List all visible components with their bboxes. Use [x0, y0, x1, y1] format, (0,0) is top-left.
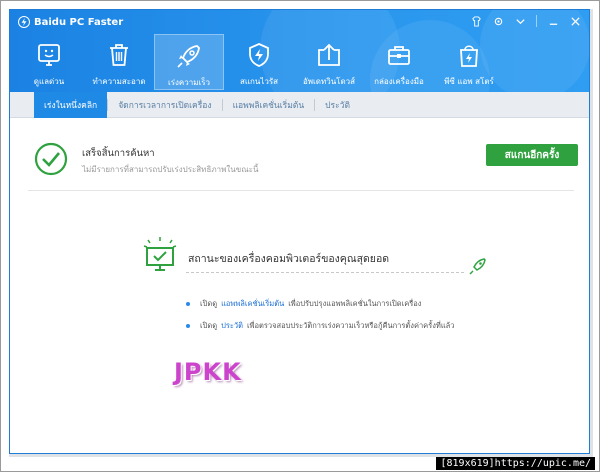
main-nav: ดูแลด่วน ทำความสะอาด เร่งความเร็ว สแกนไว…: [14, 34, 504, 90]
nav-label: ทำความสะอาด: [92, 77, 146, 86]
nav-clean[interactable]: ทำความสะอาด: [84, 34, 154, 90]
settings-icon[interactable]: [490, 14, 506, 28]
window-shadow: Baidu PC Faster ดูแลด่วน ทำความสะอาด เร่…: [9, 9, 593, 457]
list-item: เปิดดู ประวัติ เพื่อตรวจสอบประวัติการเร่…: [186, 320, 454, 332]
link-startup-apps[interactable]: แอพพลิเคชั่นเริ่มต้น: [221, 298, 284, 310]
app-title: Baidu PC Faster: [18, 16, 123, 28]
tab-boot-time[interactable]: จัดการเวลาการเปิดเครื่อง: [108, 92, 221, 118]
window-controls: [468, 14, 583, 28]
divider: [28, 190, 574, 191]
bullet-dot: [186, 302, 190, 306]
toolbox-icon: [384, 40, 414, 70]
shield-lightning-icon: [244, 40, 274, 70]
status-text: สถานะของเครื่องคอมพิวเตอร์ของคุณสุดยอด: [188, 253, 390, 265]
nav-label: กล่องเครื่องมือ: [374, 77, 424, 86]
close-icon[interactable]: [567, 14, 583, 28]
upic-footer: [819x619]https://upic.me/: [436, 457, 595, 470]
nav-label: ดูแลด่วน: [33, 77, 65, 86]
rocket-icon: [174, 41, 204, 71]
check-circle-icon: [34, 142, 68, 176]
tab-history[interactable]: ประวัติ: [315, 92, 360, 118]
nav-app-store[interactable]: พีซี แอพ สโตร์: [434, 34, 504, 90]
tips-list: เปิดดู แอพพลิเคชั่นเริ่มต้น เพื่อปรับปรุ…: [186, 298, 454, 342]
lightning-logo-icon: [18, 16, 30, 28]
tip-suffix: เพื่อตรวจสอบประวัติการเร่งความเร็วหรือกู…: [246, 321, 455, 330]
watermark-text: JPKK: [174, 358, 242, 386]
result-subtitle: ไม่มีรายการที่สามารถปรับเร่งประสิทธิภาพใ…: [82, 165, 259, 174]
nav-toolbox[interactable]: กล่องเครื่องมือ: [364, 34, 434, 90]
list-item: เปิดดู แอพพลิเคชั่นเริ่มต้น เพื่อปรับปรุ…: [186, 298, 454, 310]
tip-prefix: เปิดดู: [200, 299, 218, 308]
tip-suffix: เพื่อปรับปรุงแอพพลิเคชั่นในการเปิดเครื่อ…: [288, 299, 422, 308]
status-dotted-line: [186, 272, 466, 273]
nav-label: พีซี แอพ สโตร์: [444, 77, 494, 86]
app-title-text: Baidu PC Faster: [34, 16, 124, 28]
nav-label: เร่งความเร็ว: [167, 78, 211, 87]
minimize-icon[interactable]: [545, 14, 561, 28]
scan-again-button[interactable]: สแกนอีกครั้ง: [486, 144, 578, 166]
app-window: Baidu PC Faster ดูแลด่วน ทำความสะอาด เร่…: [9, 9, 590, 454]
upload-window-icon: [314, 40, 344, 70]
status-panel: สถานะของเครื่องคอมพิวเตอร์ของคุณสุดยอด: [140, 234, 490, 282]
image-size-label: [819x619]: [440, 458, 495, 469]
screenshot-border: Baidu PC Faster ดูแลด่วน ทำความสะอาด เร่…: [0, 0, 600, 472]
chevron-down-icon[interactable]: [512, 14, 528, 28]
monitor-smile-icon: [34, 40, 64, 70]
bullet-dot: [186, 324, 190, 328]
skin-icon[interactable]: [468, 14, 484, 28]
tip-prefix: เปิดดู: [200, 321, 218, 330]
control-separator: [536, 15, 537, 27]
nav-windows-update[interactable]: อัพเดทวินโดวส์: [294, 34, 364, 90]
result-title: เสร็จสิ้นการค้นหา: [82, 148, 155, 159]
site-label: https://upic.me/: [494, 458, 591, 469]
nav-label: อัพเดทวินโดวส์: [302, 77, 356, 86]
nav-label: สแกนไวรัส: [239, 77, 279, 86]
rocket-icon: [468, 256, 488, 276]
tab-one-click[interactable]: เร่งในหนึ่งคลิก: [34, 92, 108, 118]
scan-result: เสร็จสิ้นการค้นหา ไม่มีรายการที่สามารถปร…: [34, 142, 578, 186]
monitor-check-icon: [140, 234, 180, 274]
shopping-bag-icon: [454, 40, 484, 70]
header-bar: Baidu PC Faster ดูแลด่วน ทำความสะอาด เร่…: [10, 10, 589, 92]
sub-tabs: เร่งในหนึ่งคลิก จัดการเวลาการเปิดเครื่อง…: [10, 92, 589, 118]
link-history[interactable]: ประวัติ: [221, 320, 243, 332]
nav-speed-up[interactable]: เร่งความเร็ว: [154, 34, 224, 90]
nav-virus-scan[interactable]: สแกนไวรัส: [224, 34, 294, 90]
nav-quick-care[interactable]: ดูแลด่วน: [14, 34, 84, 90]
trash-icon: [104, 40, 134, 70]
tab-startup-apps[interactable]: แอพพลิเคชั่นเริ่มต้น: [223, 92, 315, 118]
